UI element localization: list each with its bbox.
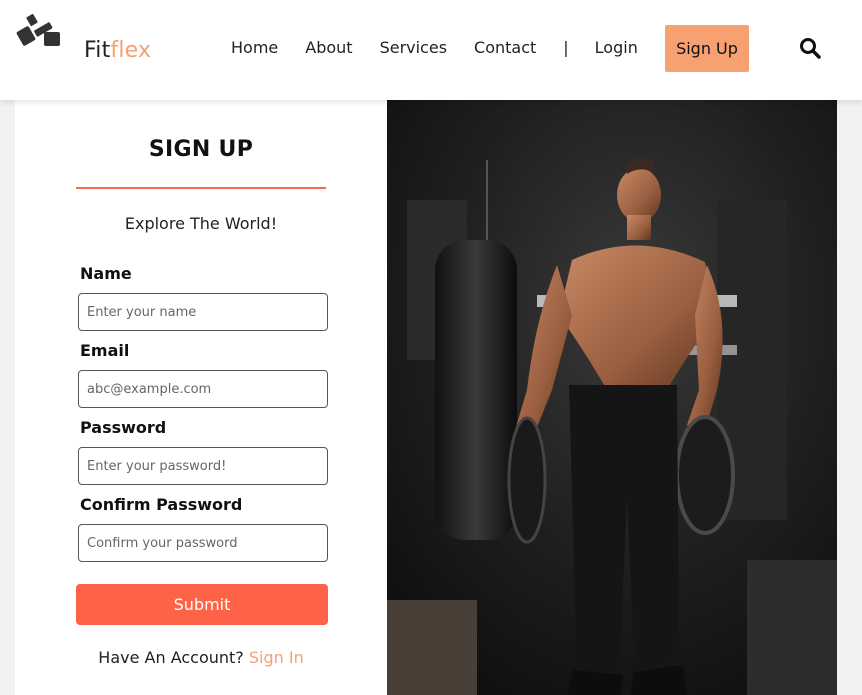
form-tagline: Explore The World! (124, 214, 278, 233)
brand-part-1: Fit (84, 38, 111, 63)
signin-link[interactable]: Sign In (249, 648, 304, 667)
nav-links: Home About Services Contact | Login (231, 38, 665, 57)
nav-separator: | (563, 38, 569, 57)
signup-button[interactable]: Sign Up (665, 25, 749, 72)
navbar: Fitflex Home About Services Contact | Lo… (0, 0, 862, 100)
title-underline (76, 187, 326, 189)
confirm-password-input[interactable] (78, 524, 328, 562)
nav-home[interactable]: Home (231, 38, 278, 57)
hero-image (387, 100, 837, 695)
signup-form: SIGN UP Explore The World! Name Email Pa… (15, 100, 387, 695)
submit-button[interactable]: Submit (76, 584, 328, 625)
search-icon[interactable] (798, 36, 822, 60)
name-input[interactable] (78, 293, 328, 331)
brand-part-2: flex (110, 38, 152, 63)
confirm-password-label: Confirm Password (80, 495, 243, 514)
dumbbell-icon[interactable] (16, 12, 64, 48)
account-prompt: Have An Account? Sign In (15, 648, 387, 667)
email-input[interactable] (78, 370, 328, 408)
form-title: SIGN UP (148, 137, 254, 162)
nav-about[interactable]: About (305, 38, 352, 57)
account-prompt-text: Have An Account? (98, 648, 244, 667)
password-label: Password (80, 418, 167, 437)
email-label: Email (80, 341, 130, 360)
nav-services[interactable]: Services (380, 38, 447, 57)
nav-login[interactable]: Login (595, 38, 638, 57)
nav-contact[interactable]: Contact (474, 38, 536, 57)
password-input[interactable] (78, 447, 328, 485)
brand-name[interactable]: Fitflex (84, 38, 151, 63)
name-label: Name (80, 264, 132, 283)
